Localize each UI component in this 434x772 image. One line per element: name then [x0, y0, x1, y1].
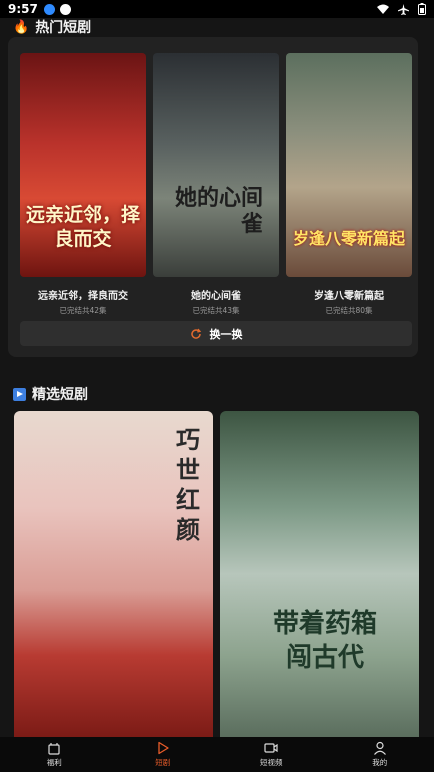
hot-section-header: 🔥 热门短剧 — [13, 18, 92, 37]
featured-poster[interactable]: 巧世红颜 — [14, 411, 213, 737]
hot-section-title: 热门短剧 — [35, 20, 92, 36]
play-square-icon — [13, 387, 26, 401]
refresh-label: 换一换 — [209, 327, 243, 341]
notification-icon — [43, 3, 55, 15]
nav-label: 短剧 — [155, 758, 171, 767]
video-camera-icon — [264, 743, 278, 753]
circle-status-icon — [59, 3, 71, 15]
user-icon — [373, 741, 386, 755]
drama-title[interactable]: 远亲近邻，择良而交 — [20, 287, 146, 302]
refresh-icon — [190, 328, 201, 339]
featured-section-header: 精选短剧 — [13, 385, 88, 403]
nav-label: 我的 — [372, 758, 388, 767]
bottom-nav: 福利 短剧 短视频 我的 — [0, 737, 434, 772]
refresh-button[interactable]: 换一换 — [20, 321, 412, 346]
drama-title[interactable]: 她的心间雀 — [153, 287, 279, 302]
status-bar: 9:57 — [0, 0, 434, 18]
play-icon — [158, 741, 169, 755]
drama-poster[interactable]: 远亲近邻，择良而交 — [20, 53, 146, 277]
gift-icon — [48, 743, 60, 755]
nav-label: 福利 — [46, 758, 62, 767]
nav-item-drama[interactable]: 短剧 — [109, 737, 218, 772]
poster-title: 带着药箱闯古代 — [272, 609, 377, 673]
drama-card[interactable]: 远亲近邻，择良而交 远亲近邻，择良而交 已完结共42集 — [20, 53, 146, 316]
poster-title: 岁逢八零新篇起 — [292, 229, 405, 248]
drama-title[interactable]: 岁逢八零新篇起 — [286, 287, 412, 302]
poster-title: 远亲近邻，择良而交 — [26, 204, 141, 250]
featured-section-title: 精选短剧 — [32, 387, 88, 403]
drama-episodes: 已完结共42集 — [59, 306, 107, 315]
status-time: 9:57 — [8, 2, 38, 16]
drama-episodes: 已完结共80集 — [325, 306, 373, 315]
poster-title: 她的心间雀 — [174, 185, 263, 237]
drama-poster[interactable]: 她的心间雀 — [153, 53, 279, 277]
featured-poster[interactable]: 带着药箱闯古代 — [220, 411, 419, 737]
nav-item-short-video[interactable]: 短视频 — [217, 737, 326, 772]
drama-card[interactable]: 岁逢八零新篇起 岁逢八零新篇起 已完结共80集 — [286, 53, 412, 316]
drama-card[interactable]: 她的心间雀 她的心间雀 已完结共43集 — [153, 53, 279, 316]
nav-label: 短视频 — [260, 758, 283, 767]
drama-poster[interactable]: 岁逢八零新篇起 — [286, 53, 412, 277]
poster-title: 巧世红颜 — [176, 425, 200, 544]
battery-icon — [418, 3, 426, 15]
hot-dramas-card: 远亲近邻，择良而交 远亲近邻，择良而交 已完结共42集 她的心间雀 她的心间雀 … — [8, 37, 418, 357]
fire-icon: 🔥 — [13, 19, 30, 35]
wifi-icon — [377, 4, 389, 14]
drama-episodes: 已完结共43集 — [192, 306, 240, 315]
airplane-icon — [398, 3, 409, 15]
nav-item-profile[interactable]: 我的 — [326, 737, 434, 772]
nav-item-welfare[interactable]: 福利 — [0, 737, 109, 772]
